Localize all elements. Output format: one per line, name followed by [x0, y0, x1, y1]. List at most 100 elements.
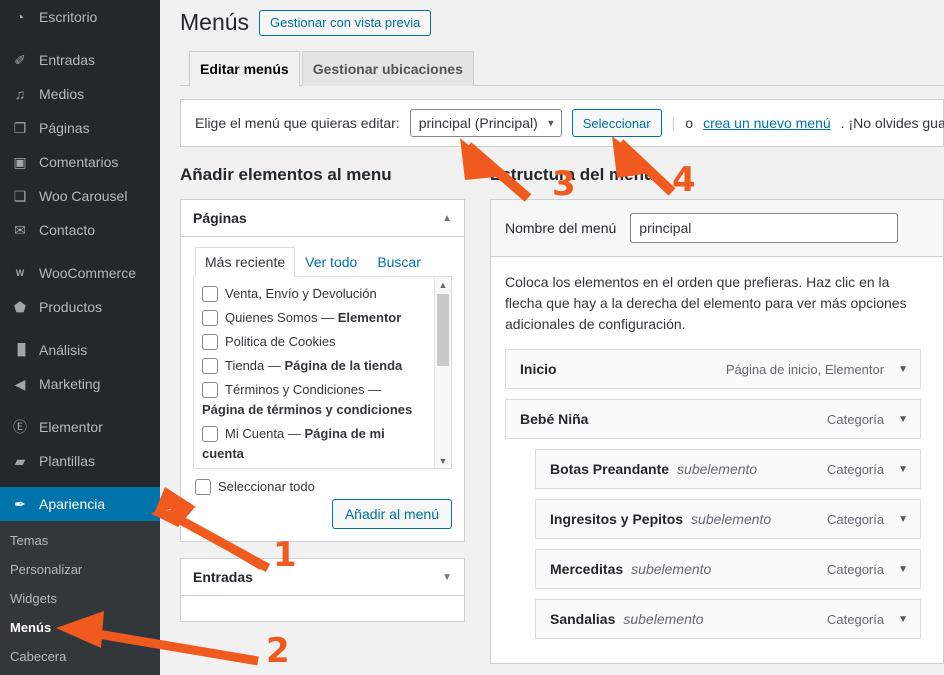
page-checkbox[interactable] — [202, 382, 218, 398]
sidebar-item-label: Productos — [39, 299, 103, 315]
page-label: Mi Cuenta — Página de mi — [225, 426, 385, 441]
elementor-icon: Ⓔ — [13, 419, 27, 435]
menu-item-row[interactable]: Botas Preandante subelemento Categoría ▼ — [535, 449, 921, 489]
add-to-menu-row: Añadir al menú — [193, 499, 452, 541]
menu-item-type: Categoría — [827, 511, 885, 527]
menu-item-type: Categoría — [827, 461, 885, 477]
chevron-down-icon[interactable]: ▼ — [898, 564, 908, 575]
menu-item-title: Ingresitos y Pepitos — [550, 511, 684, 527]
menu-item-title: Inicio — [520, 361, 557, 377]
scrollbar-thumb[interactable] — [437, 294, 449, 366]
sidebar-subitem-men-s[interactable]: Menús — [0, 613, 160, 642]
sidebar-item-woo-carousel[interactable]: ❑ Woo Carousel — [0, 179, 160, 213]
chevron-down-icon[interactable]: ▼ — [442, 572, 452, 583]
pages-inner-tabs: Más reciente Ver todo Buscar — [193, 247, 452, 277]
sidebar-item-escritorio[interactable]: ◔ Escritorio — [0, 0, 160, 34]
select-all-row[interactable]: Seleccionar todo — [193, 469, 452, 499]
sidebar-item-label: Contacto — [39, 222, 96, 238]
page-checkbox-row[interactable]: Términos y Condiciones — — [202, 381, 431, 399]
choose-menu-label: Elige el menú que quieras editar: — [195, 115, 400, 131]
sidebar-submenu-apariencia: Temas Personalizar Widgets Menús Cabecera — [0, 521, 160, 675]
menu-item-title: Merceditas — [550, 561, 624, 577]
sidebar-item-contacto[interactable]: ✉ Contacto — [0, 213, 160, 247]
sidebar-item-plantillas[interactable]: ▰ Plantillas — [0, 444, 160, 478]
menu-name-input[interactable]: principal — [630, 213, 899, 243]
tab-gestionar-ubicaciones[interactable]: Gestionar ubicaciones — [301, 51, 474, 86]
add-to-menu-button[interactable]: Añadir al menú — [331, 499, 452, 529]
chevron-down-icon[interactable]: ▼ — [898, 614, 908, 625]
menus-columns: Añadir elementos al menu Páginas ▲ Más r… — [180, 165, 944, 664]
sidebar-item-entradas[interactable]: ✐ Entradas — [0, 43, 160, 77]
structure-instructions: Coloca los elementos en el orden que pre… — [505, 274, 907, 332]
sidebar-subitem-cabecera[interactable]: Cabecera — [0, 642, 160, 671]
pages-tab-buscar[interactable]: Buscar — [367, 247, 431, 277]
menu-chooser-bar: Elige el menú que quieras editar: princi… — [180, 99, 944, 147]
page-checkbox[interactable] — [202, 310, 218, 326]
page-checkbox-row[interactable]: Venta, Envío y Devolución — [202, 285, 431, 303]
menu-item-row[interactable]: Sandalias subelemento Categoría ▼ — [535, 599, 921, 639]
sidebar-nav-list: ◔ Escritorio ✐ Entradas ♫ Medios ❐ Páginas ▣ Come… — [0, 0, 160, 521]
pages-panel-header[interactable]: Páginas ▲ — [181, 200, 464, 237]
menu-item-row[interactable]: Ingresitos y Pepitos subelemento Categoría… — [535, 499, 921, 539]
chevron-down-icon[interactable]: ▼ — [898, 464, 908, 475]
sidebar-subitem-temas[interactable]: Temas — [0, 526, 160, 555]
sidebar-item-productos[interactable]: ⬟ Productos — [0, 290, 160, 324]
select-menu-button[interactable]: Seleccionar — [571, 109, 662, 137]
chevron-down-icon[interactable]: ▼ — [898, 514, 908, 525]
menu-name-label: Nombre del menú — [505, 220, 617, 236]
chevron-down-icon[interactable]: ▼ — [898, 414, 908, 425]
sidebar-item-elementor[interactable]: Ⓔ Elementor — [0, 410, 160, 444]
page-label: Politica de Cookies — [225, 334, 336, 349]
menu-item-row[interactable]: Bebé Niña Categoría ▼ — [505, 399, 921, 439]
sidebar-item-comentarios[interactable]: ▣ Comentarios — [0, 145, 160, 179]
pages-checkbox-list[interactable]: Venta, Envío y Devolución Quienes Somos —… — [193, 277, 452, 469]
page-checkbox[interactable] — [202, 286, 218, 302]
chevron-up-icon[interactable]: ▲ — [442, 213, 452, 224]
select-all-checkbox[interactable] — [195, 479, 211, 495]
page-checkbox[interactable] — [202, 358, 218, 374]
chevron-down-icon: ▾ — [548, 117, 554, 130]
menu-item-title: Bebé Niña — [520, 411, 589, 427]
page-checkbox[interactable] — [202, 426, 218, 442]
sidebar-subitem-personalizar[interactable]: Personalizar — [0, 555, 160, 584]
page-checkbox[interactable] — [202, 334, 218, 350]
sidebar-item-label: Escritorio — [39, 9, 98, 25]
chevron-down-icon[interactable]: ▼ — [898, 364, 908, 375]
menu-item-row[interactable]: Inicio Página de inicio, Elementor ▼ — [505, 349, 921, 389]
page-checkbox-row[interactable]: Tienda — Página de la tienda — [202, 357, 431, 375]
page-checkbox-row[interactable]: Quienes Somos — Elementor — [202, 309, 431, 327]
pages-list-scrollbar[interactable]: ▲ ▼ — [434, 277, 451, 468]
admin-sidebar: ◔ Escritorio ✐ Entradas ♫ Medios ❐ Páginas ▣ Come… — [0, 0, 160, 675]
entradas-panel-header[interactable]: Entradas ▼ — [181, 559, 464, 595]
sidebar-item-label: Análisis — [39, 342, 88, 358]
tab-editar-men-s[interactable]: Editar menús — [189, 51, 300, 87]
menu-item-row[interactable]: Merceditas subelemento Categoría ▼ — [535, 549, 921, 589]
box-icon: ⬟ — [13, 299, 27, 315]
menu-select-dropdown[interactable]: principal (Principal) ▾ — [409, 109, 562, 137]
sidebar-item-label: Plantillas — [39, 453, 96, 469]
create-new-menu-link[interactable]: crea un nuevo menú — [703, 115, 831, 131]
pages-tab-m-s-reciente[interactable]: Más reciente — [195, 247, 296, 277]
menu-item-subelement-label: subelemento — [677, 461, 758, 477]
manage-with-preview-button[interactable]: Gestionar con vista previa — [259, 9, 432, 36]
menu-settings-box: Nombre del menú principal Coloca los ele… — [490, 199, 944, 664]
pages-list-items: Venta, Envío y Devolución Quienes Somos —… — [194, 277, 451, 463]
page-checkbox-row[interactable]: Politica de Cookies — [202, 333, 431, 351]
sidebar-item-apariencia[interactable]: ✒ Apariencia — [0, 487, 160, 521]
sidebar-item-marketing[interactable]: ◀ Marketing — [0, 367, 160, 401]
sidebar-subitem-widgets[interactable]: Widgets — [0, 584, 160, 613]
page-label: Términos y Condiciones — — [225, 382, 382, 397]
sidebar-item-woocommerce[interactable]: W WooCommerce — [0, 256, 160, 290]
sidebar-item-p-ginas[interactable]: ❐ Páginas — [0, 111, 160, 145]
page-label-wrap-2: cuenta — [202, 446, 244, 461]
pin-icon: ✐ — [14, 52, 26, 68]
menu-item-type: Categoría — [827, 411, 885, 427]
sidebar-item-medios[interactable]: ♫ Medios — [0, 77, 160, 111]
scroll-down-icon[interactable]: ▼ — [435, 453, 451, 468]
sidebar-item-an-lisis[interactable]: █ Análisis — [0, 333, 160, 367]
pages-tab-ver-todo[interactable]: Ver todo — [295, 247, 367, 277]
sidebar-item-label: Elementor — [39, 419, 103, 435]
scroll-up-icon[interactable]: ▲ — [435, 277, 451, 292]
page-checkbox-row[interactable]: Mi Cuenta — Página de mi — [202, 425, 431, 443]
menu-items-list: Inicio Página de inicio, Elementor ▼ Bebé N… — [491, 349, 943, 663]
